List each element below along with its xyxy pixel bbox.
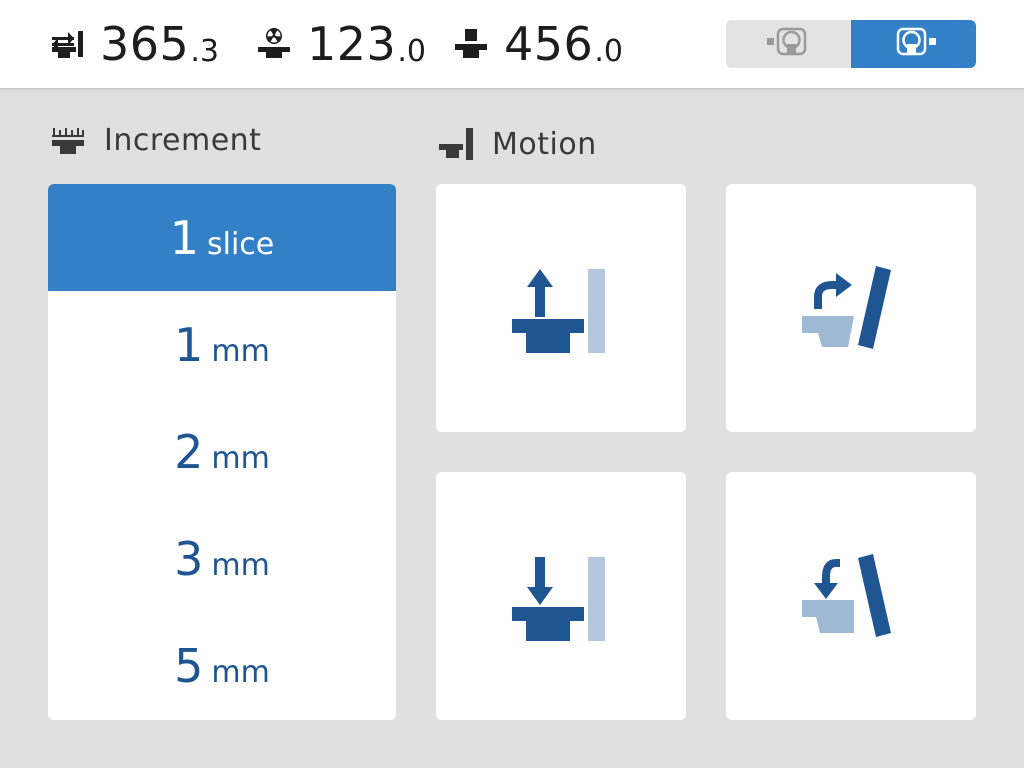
increment-title-label: Increment: [104, 122, 262, 158]
table-height-icon: [454, 27, 488, 61]
table-radiation-height-readout: 123.0: [257, 17, 426, 71]
readout-decimal: .0: [594, 33, 623, 69]
rear-view-option[interactable]: [851, 20, 976, 68]
gantry-tilt-back-button[interactable]: [726, 472, 976, 720]
readout-value: 123: [307, 17, 397, 71]
gantry-tilt-back-icon: [802, 554, 891, 637]
motion-section-title: Motion: [438, 126, 597, 162]
increment-option-5-mm[interactable]: 5 mm: [48, 612, 396, 719]
increment-unit: slice: [207, 227, 275, 262]
gantry-rear-view-icon: [890, 26, 938, 62]
gantry-tilt-forward-button[interactable]: [726, 184, 976, 432]
gantry-tilt-forward-icon: [802, 266, 891, 349]
table-longitudinal-readout: 365.3: [50, 17, 219, 71]
front-view-option[interactable]: [726, 20, 851, 68]
table-height-readout: 456.0: [454, 17, 623, 71]
increment-value: 1: [174, 317, 204, 372]
readout-decimal: .0: [397, 33, 426, 69]
motion-title-label: Motion: [492, 126, 597, 162]
status-bar: 365.3 123.0 456.0: [0, 0, 1024, 89]
increment-ruler-icon: [50, 122, 86, 158]
increment-value: 2: [174, 424, 204, 479]
table-down-icon: [512, 557, 605, 641]
increment-option-1-slice[interactable]: 1 slice: [48, 184, 396, 291]
increment-unit: mm: [211, 548, 270, 583]
gantry-front-view-icon: [765, 26, 813, 62]
increment-value: 5: [174, 638, 204, 693]
table-gantry-icon: [438, 126, 474, 162]
increment-option-1-mm[interactable]: 1 mm: [48, 291, 396, 398]
table-longitudinal-icon: [50, 27, 84, 61]
increment-list: 1 slice 1 mm 2 mm 3 mm 5 mm: [48, 184, 396, 720]
increment-unit: mm: [211, 334, 270, 369]
readout-value: 456: [504, 17, 594, 71]
increment-unit: mm: [211, 655, 270, 690]
table-down-button[interactable]: [436, 472, 686, 720]
increment-option-2-mm[interactable]: 2 mm: [48, 398, 396, 505]
increment-section-title: Increment: [50, 122, 261, 158]
view-toggle: [726, 20, 976, 68]
table-up-button[interactable]: [436, 184, 686, 432]
table-up-icon: [512, 269, 605, 353]
increment-option-3-mm[interactable]: 3 mm: [48, 505, 396, 612]
readout-value: 365: [100, 17, 190, 71]
increment-value: 3: [174, 531, 204, 586]
table-radiation-height-icon: [257, 27, 291, 61]
increment-value: 1: [169, 210, 199, 265]
readout-decimal: .3: [190, 33, 219, 69]
increment-unit: mm: [211, 441, 270, 476]
